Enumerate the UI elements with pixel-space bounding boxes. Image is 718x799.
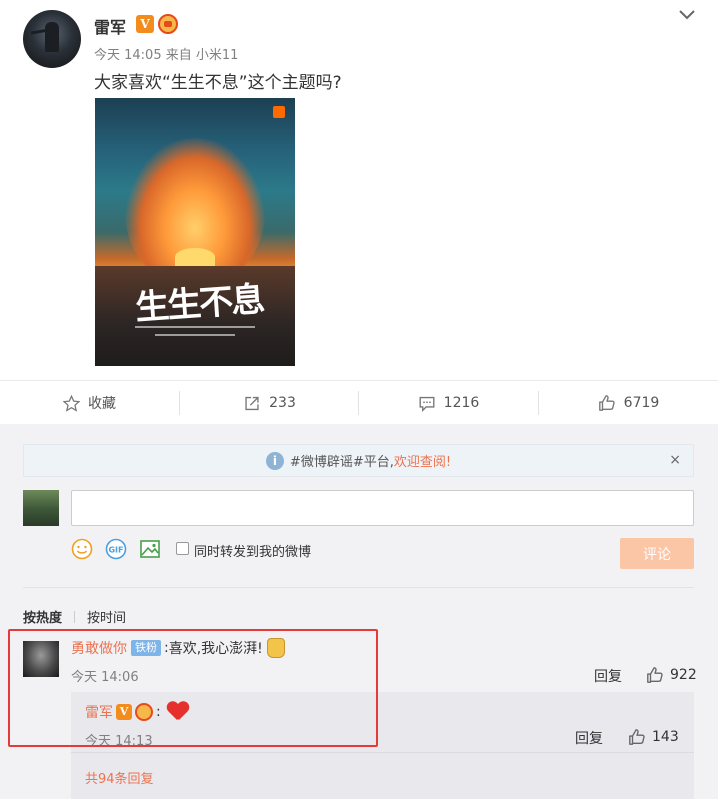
verified-badge-icon: V — [136, 15, 154, 33]
close-icon[interactable]: × — [669, 452, 681, 468]
thumbs-up-icon — [647, 667, 663, 683]
tab-sort-time[interactable]: 按时间 — [87, 607, 126, 626]
comment-like-count: 922 — [670, 667, 697, 683]
post-time[interactable]: 今天 14:05 — [94, 48, 162, 63]
repost-checkbox[interactable] — [176, 542, 189, 555]
repost-button[interactable]: 233 — [180, 381, 359, 425]
svg-text:GIF: GIF — [108, 546, 123, 555]
sun-graphic — [175, 248, 215, 266]
notice-text: #微博辟谣#平台, — [289, 455, 394, 470]
repost-count: 233 — [269, 395, 296, 411]
thumbs-up-icon — [598, 394, 616, 412]
info-icon: i — [265, 451, 284, 470]
author-avatar[interactable] — [23, 10, 81, 68]
comment-icon — [418, 395, 436, 412]
chevron-down-icon[interactable] — [678, 8, 696, 22]
repost-checkbox-label[interactable]: 同时转发到我的微博 — [194, 541, 311, 560]
current-user-avatar[interactable] — [23, 490, 59, 526]
notice-link[interactable]: 欢迎查阅! — [394, 451, 451, 470]
smile-icon[interactable] — [71, 538, 93, 560]
highlight-box — [8, 629, 378, 747]
reply-like-count: 143 — [652, 729, 679, 745]
more-replies-link[interactable]: 共94条回复 — [85, 768, 154, 787]
gif-icon[interactable]: GIF — [105, 538, 127, 560]
comment-like-button[interactable]: 922 — [646, 666, 697, 684]
mi-logo-icon — [273, 106, 285, 118]
comment-count: 1216 — [443, 395, 480, 411]
favorite-button[interactable]: 收藏 — [0, 381, 179, 425]
image-icon[interactable] — [139, 538, 161, 560]
post-source[interactable]: 小米11 — [196, 48, 239, 63]
sort-tabs: 按热度 按时间 — [23, 607, 126, 626]
post-text: 大家喜欢“生生不息”这个主题吗? — [94, 73, 342, 93]
divider — [71, 752, 694, 753]
share-icon — [243, 395, 261, 412]
weibo-post: 雷军 V 今天 14:05 来自 小米11 大家喜欢“生生不息”这个主题吗? 生… — [0, 0, 718, 380]
vip-crown-icon — [158, 14, 178, 34]
submit-comment-button[interactable]: 评论 — [620, 538, 694, 569]
tab-sort-hot[interactable]: 按热度 — [23, 607, 62, 626]
comment-button[interactable]: 1216 — [359, 381, 538, 425]
post-meta: 今天 14:05 来自 小米11 — [94, 44, 238, 63]
poster-fine-print — [155, 334, 235, 336]
star-icon — [63, 394, 80, 412]
thumbs-up-icon — [629, 729, 645, 745]
divider — [74, 610, 76, 623]
poster-fine-print — [135, 326, 255, 328]
comment-input[interactable] — [71, 490, 694, 526]
divider — [23, 587, 694, 588]
like-count: 6719 — [623, 395, 660, 411]
like-button[interactable]: 6719 — [539, 381, 718, 425]
reply-like-button[interactable]: 143 — [628, 728, 679, 746]
author-name[interactable]: 雷军 — [94, 14, 126, 38]
favorite-label: 收藏 — [88, 396, 116, 412]
post-image[interactable]: 生生不息 — [95, 98, 295, 366]
reply-button[interactable]: 回复 — [594, 666, 622, 686]
poster-title: 生生不息 — [134, 279, 265, 329]
action-bar: 收藏 233 1216 6719 — [0, 380, 718, 424]
source-prefix: 来自 — [165, 48, 192, 63]
reply-button[interactable]: 回复 — [575, 728, 603, 748]
rumor-notice: i #微博辟谣#平台, 欢迎查阅! × — [23, 444, 694, 477]
